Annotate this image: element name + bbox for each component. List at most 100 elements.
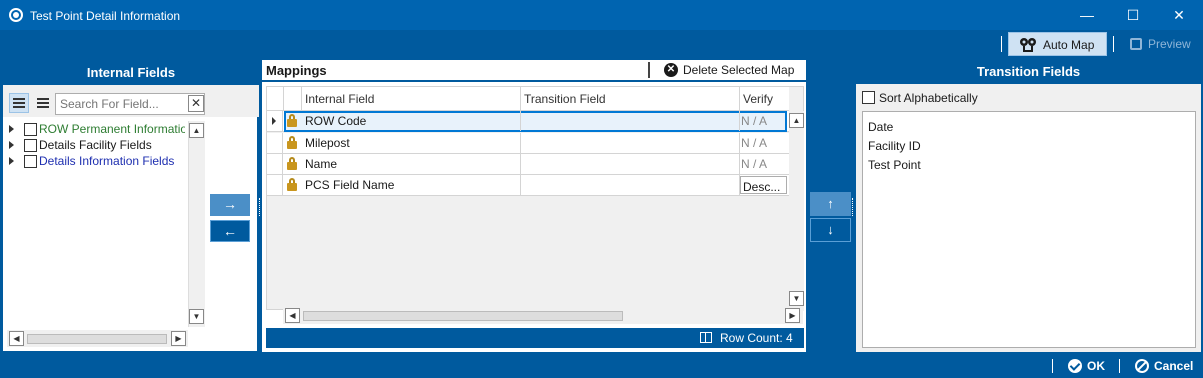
scroll-up-arrow-icon[interactable]: ▲ xyxy=(189,123,204,138)
field-search-input[interactable] xyxy=(55,93,205,115)
list-item[interactable]: Facility ID xyxy=(868,139,921,153)
tree-vertical-scrollbar[interactable]: ▲ ▼ xyxy=(188,121,205,327)
tree-item[interactable]: ROW Permanent Information xyxy=(5,121,185,137)
tree-horizontal-scrollbar[interactable]: ◀ ▶ xyxy=(7,330,188,347)
scroll-left-arrow-icon[interactable]: ◀ xyxy=(9,331,24,346)
dialog-footer: OK Cancel xyxy=(0,354,1203,378)
tree-item-checkbox[interactable] xyxy=(24,123,37,136)
preview-label: Preview xyxy=(1148,37,1191,51)
row-indicator[interactable] xyxy=(267,111,283,131)
search-clear-button[interactable]: ✕ xyxy=(188,95,204,112)
scroll-up-arrow-icon[interactable]: ▲ xyxy=(789,113,804,128)
list-item[interactable]: Date xyxy=(868,120,893,134)
window-title: Test Point Detail Information xyxy=(30,9,181,23)
verify-dropdown[interactable]: Desc... xyxy=(740,176,787,194)
internal-fields-toolbar: ✕ xyxy=(3,85,259,117)
cell-verify[interactable]: N / A xyxy=(739,154,787,174)
check-circle-icon xyxy=(1068,359,1082,373)
move-right-button[interactable]: → xyxy=(210,194,250,216)
footer-separator xyxy=(1052,359,1053,373)
cell-internal-field[interactable]: PCS Field Name xyxy=(305,178,394,192)
tree-item-label: Details Facility Fields xyxy=(39,138,152,152)
scroll-down-arrow-icon[interactable]: ▼ xyxy=(189,309,204,324)
tree-view-toggle[interactable] xyxy=(9,93,29,113)
auto-map-button[interactable]: Auto Map xyxy=(1008,32,1107,56)
move-up-button[interactable]: ↑ xyxy=(810,192,851,216)
lock-icon xyxy=(287,136,297,150)
maximize-button[interactable]: ☐ xyxy=(1110,0,1156,30)
row-count-label: Row Count: 4 xyxy=(720,331,793,345)
auto-map-label: Auto Map xyxy=(1043,38,1095,52)
row-count-text: Row Count: xyxy=(720,331,783,345)
preview-button[interactable]: Preview xyxy=(1126,32,1198,56)
row-indicator[interactable] xyxy=(267,133,283,153)
cell-verify[interactable]: N / A xyxy=(739,133,787,153)
cancel-label: Cancel xyxy=(1154,359,1194,373)
cancel-button[interactable]: Cancel xyxy=(1133,356,1201,376)
preview-icon xyxy=(1130,38,1142,50)
grid-horizontal-scrollbar[interactable]: ◀ ▶ xyxy=(283,307,803,324)
cell-internal-field[interactable]: Name xyxy=(305,157,337,171)
grid-vertical-scrollbar[interactable]: ▲ ▼ xyxy=(789,111,804,311)
column-header-internal-field[interactable]: Internal Field xyxy=(305,92,374,106)
table-row[interactable]: Milepost N / A xyxy=(267,133,789,154)
current-row-arrow-icon xyxy=(272,117,276,125)
splitter-grip-icon[interactable] xyxy=(852,198,855,216)
column-header-verify[interactable]: Verify xyxy=(743,92,773,106)
scroll-down-arrow-icon[interactable]: ▼ xyxy=(789,291,804,306)
tree-view-icon xyxy=(13,98,25,100)
close-button[interactable]: ✕ xyxy=(1156,0,1202,30)
cell-divider xyxy=(520,175,521,195)
tree-item-checkbox[interactable] xyxy=(24,139,37,152)
cell-divider xyxy=(520,111,521,131)
tree-item-label: Details Information Fields xyxy=(39,154,175,168)
expand-caret-icon[interactable] xyxy=(9,125,14,133)
minimize-button[interactable]: — xyxy=(1064,0,1110,30)
list-item[interactable]: Test Point xyxy=(868,158,921,172)
app-icon xyxy=(9,8,23,22)
table-row[interactable]: Name N / A xyxy=(267,154,789,175)
transition-fields-list: Date Facility ID Test Point xyxy=(862,111,1196,348)
auto-map-icon xyxy=(1020,38,1036,52)
tree-item-label: ROW Permanent Information xyxy=(39,122,185,136)
ok-button[interactable]: OK xyxy=(1066,356,1110,376)
column-divider xyxy=(520,87,521,111)
mappings-panel: Mappings ✕ Delete Selected Map Internal … xyxy=(262,60,806,352)
table-row[interactable]: PCS Field Name Desc... xyxy=(267,175,789,196)
mappings-grid: Internal Field Transition Field Verify R… xyxy=(266,86,804,324)
lock-icon xyxy=(287,157,297,171)
column-divider xyxy=(301,87,302,111)
table-icon xyxy=(700,332,712,343)
expand-caret-icon[interactable] xyxy=(9,141,14,149)
delete-selected-map-button[interactable]: ✕ Delete Selected Map xyxy=(664,62,804,80)
list-view-toggle[interactable] xyxy=(33,93,53,113)
ok-label: OK xyxy=(1087,359,1105,373)
cell-internal-field[interactable]: Milepost xyxy=(305,136,350,150)
lock-icon xyxy=(287,178,297,192)
cell-verify[interactable]: N / A xyxy=(739,111,787,131)
internal-fields-title: Internal Fields xyxy=(3,61,259,85)
sort-alphabetically-checkbox[interactable] xyxy=(862,91,875,104)
move-left-button[interactable]: ← xyxy=(210,220,250,242)
cell-internal-field[interactable]: ROW Code xyxy=(305,114,366,128)
tree-item-checkbox[interactable] xyxy=(24,155,37,168)
row-count-value: 4 xyxy=(786,331,793,345)
tree-item[interactable]: Details Information Fields xyxy=(5,153,185,169)
column-header-transition-field[interactable]: Transition Field xyxy=(524,92,606,106)
row-indicator[interactable] xyxy=(267,154,283,174)
scroll-thumb[interactable] xyxy=(303,311,623,321)
tree-item[interactable]: Details Facility Fields xyxy=(5,137,185,153)
row-indicator[interactable] xyxy=(267,175,283,195)
sort-alphabetically-label[interactable]: Sort Alphabetically xyxy=(879,91,978,105)
delete-icon: ✕ xyxy=(664,63,678,77)
scroll-thumb[interactable] xyxy=(27,334,167,344)
scroll-right-arrow-icon[interactable]: ▶ xyxy=(785,308,800,323)
grid-footer: Row Count: 4 xyxy=(266,328,804,348)
header-separator xyxy=(648,62,650,78)
move-down-button[interactable]: ↓ xyxy=(810,218,851,242)
expand-caret-icon[interactable] xyxy=(9,157,14,165)
mappings-header: Mappings ✕ Delete Selected Map xyxy=(262,60,806,82)
scroll-left-arrow-icon[interactable]: ◀ xyxy=(285,308,300,323)
scroll-right-arrow-icon[interactable]: ▶ xyxy=(171,331,186,346)
table-row[interactable]: ROW Code N / A xyxy=(267,111,789,132)
